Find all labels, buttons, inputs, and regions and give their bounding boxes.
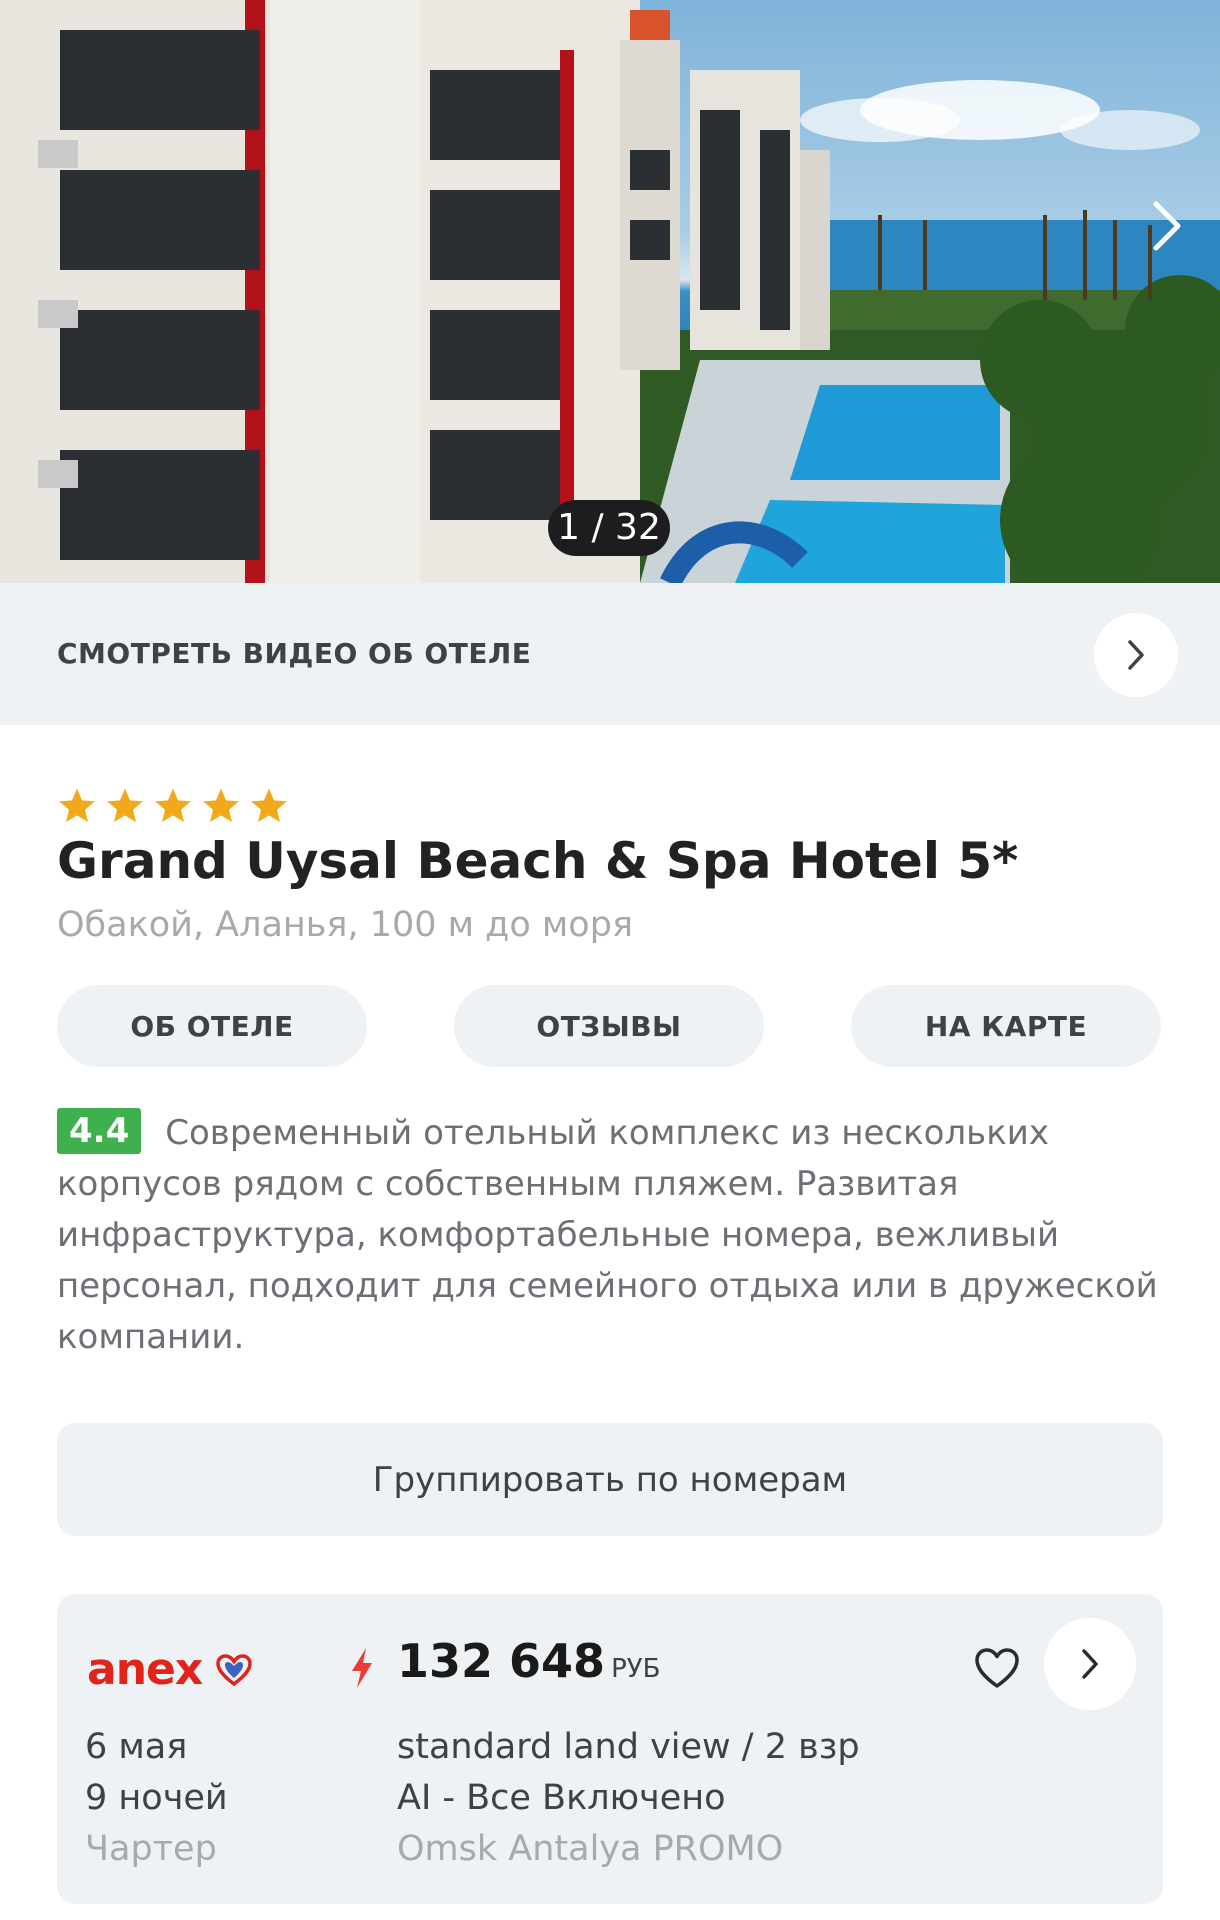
- tab-on-map[interactable]: НА КАРТЕ: [851, 985, 1161, 1067]
- offer-room: standard land view / 2 взр: [397, 1727, 860, 1767]
- offer-tariff: Omsk Antalya PROMO: [397, 1829, 784, 1869]
- offer-dates: 6 мая 9 ночей Чартер: [85, 1722, 228, 1875]
- tour-offer-card[interactable]: anex 132 648 РУБ 6 мая 9 ночей Чартер sta…: [57, 1594, 1163, 1904]
- offer-meal: AI - Все Включено: [397, 1778, 726, 1818]
- watch-video-label: СМОТРЕТЬ ВИДЕО ОБ ОТЕЛЕ: [57, 637, 532, 670]
- hotel-description: 4.4 Современный отельный комплекс из неск…: [57, 1108, 1163, 1363]
- chevron-right-icon: [1128, 640, 1144, 670]
- hotel-name: Grand Uysal Beach & Spa Hotel 5*: [57, 832, 1019, 890]
- star-icon: [155, 788, 191, 823]
- description-text: Современный отельный комплекс из несколь…: [57, 1113, 1158, 1357]
- chevron-right-icon: [1153, 201, 1181, 251]
- rating-badge: 4.4: [57, 1108, 142, 1154]
- chevron-right-icon: [1082, 1649, 1098, 1679]
- star-icon: [107, 788, 143, 823]
- watch-video-button[interactable]: [1094, 613, 1178, 697]
- tab-about-hotel[interactable]: ОБ ОТЕЛЕ: [57, 985, 367, 1067]
- offer-date: 6 мая: [85, 1727, 188, 1767]
- operator-logo: anex: [87, 1644, 253, 1695]
- star-icon: [59, 788, 95, 823]
- offer-nights: 9 ночей: [85, 1778, 228, 1818]
- heart-icon[interactable]: [973, 1646, 1021, 1690]
- heart-logo-icon: [216, 1653, 253, 1686]
- price-currency: РУБ: [611, 1654, 661, 1684]
- hotel-tabs: ОБ ОТЕЛЕ ОТЗЫВЫ НА КАРТЕ: [57, 985, 1163, 1067]
- tab-reviews[interactable]: ОТЗЫВЫ: [454, 985, 764, 1067]
- offer-price: 132 648 РУБ: [397, 1634, 660, 1688]
- hotel-photo: [0, 0, 1220, 583]
- watch-video-row[interactable]: СМОТРЕТЬ ВИДЕО ОБ ОТЕЛЕ: [0, 583, 1220, 725]
- operator-name: anex: [87, 1644, 203, 1695]
- photo-counter: 1 / 32: [548, 500, 670, 556]
- offer-details: standard land view / 2 взр AI - Все Вклю…: [397, 1722, 860, 1875]
- offer-flight-type: Чартер: [85, 1829, 217, 1869]
- hotel-location: Обакой, Аланья, 100 м до моря: [57, 905, 633, 945]
- hotel-photo-gallery[interactable]: 1 / 32: [0, 0, 1220, 583]
- offer-details-button[interactable]: [1044, 1618, 1136, 1710]
- price-value: 132 648: [397, 1634, 606, 1688]
- lightning-icon: [352, 1648, 372, 1688]
- star-icon: [203, 788, 239, 823]
- star-icon: [251, 788, 287, 823]
- hotel-star-rating: [57, 786, 289, 826]
- group-by-rooms-button[interactable]: Группировать по номерам: [57, 1423, 1163, 1536]
- gallery-next-button[interactable]: [1152, 200, 1202, 260]
